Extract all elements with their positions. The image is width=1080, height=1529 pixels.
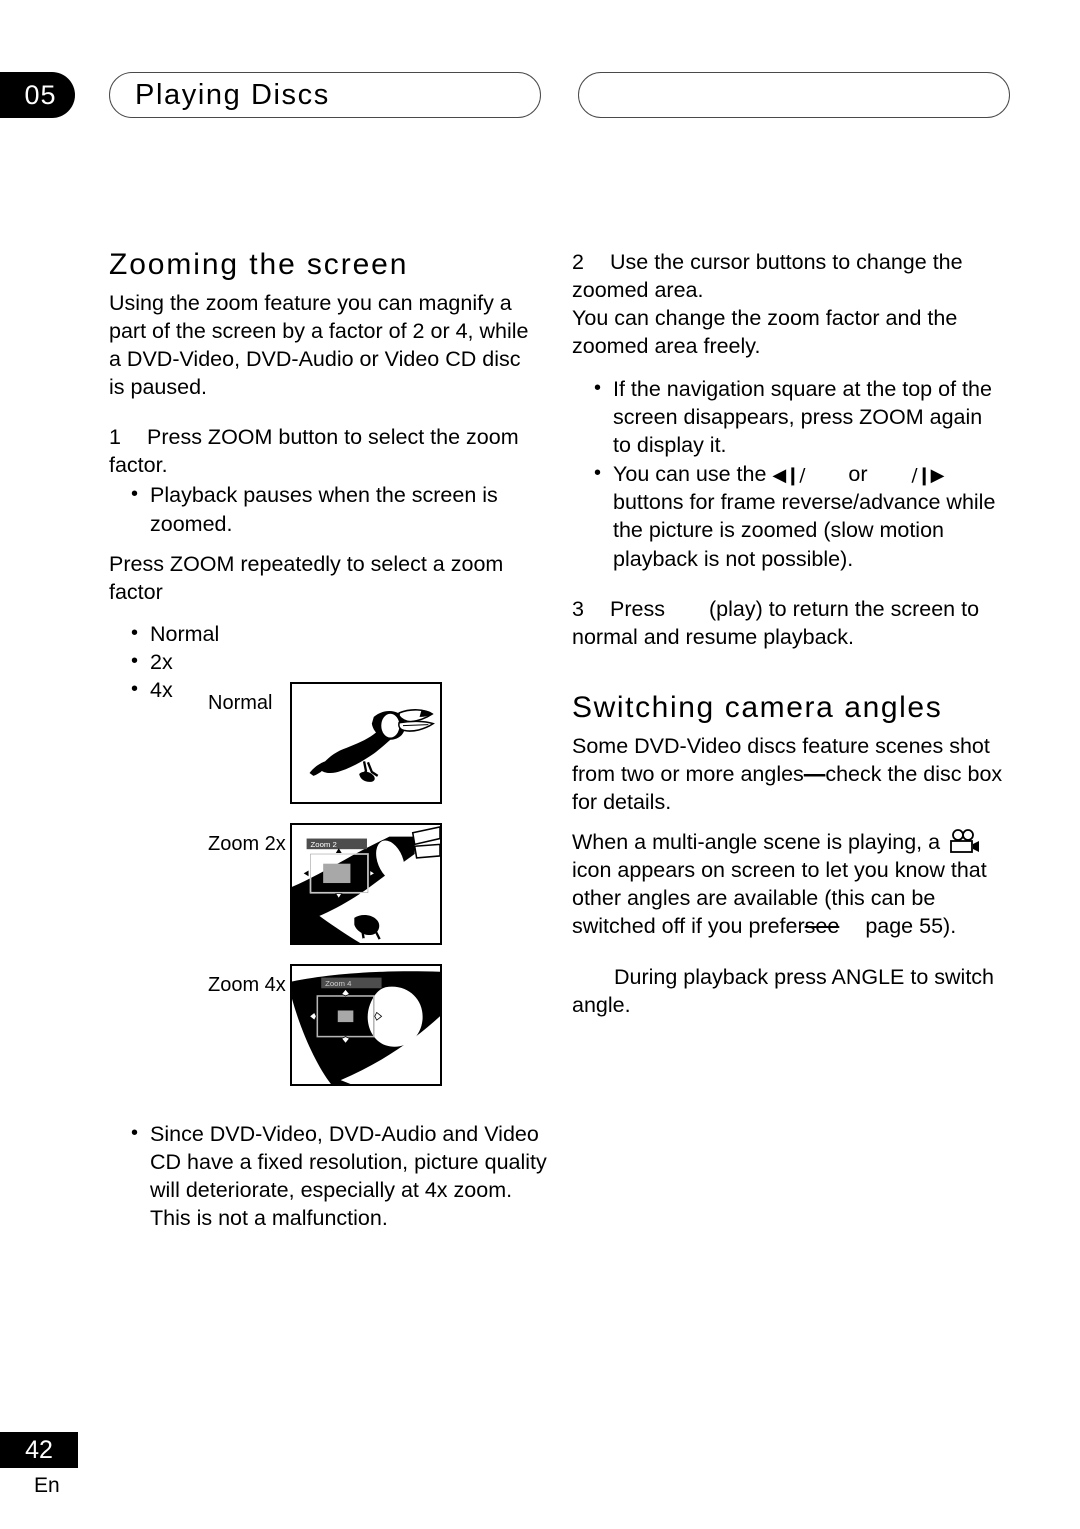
camera-angles-paragraph-3: During playback press ANGLE to switch an… — [572, 964, 994, 1017]
step-1-number: 1 — [109, 425, 121, 450]
step-2-bullet-list: If the navigation square at the top of t… — [572, 375, 1004, 573]
list-item: If the navigation square at the top of t… — [572, 375, 1004, 459]
bullet-text-mid: or — [848, 462, 868, 487]
step-2-number: 2 — [572, 250, 584, 274]
step-2-text: Use the cursor buttons to change the zoo… — [572, 250, 963, 303]
para2-post: ). — [943, 914, 957, 939]
overlay-label-text: Zoom 4 — [325, 979, 352, 988]
frame-reverse-icon: ◀❙/ — [772, 465, 805, 487]
list-item: Normal — [109, 620, 541, 648]
movie-camera-icon — [947, 829, 981, 855]
figure-image-normal — [290, 682, 442, 804]
page-header: 05 Playing Discs — [0, 72, 1080, 128]
right-column: 2 Use the cursor buttons to change the zo… — [572, 248, 1004, 1019]
figure-image-zoom-4x: Zoom 4 — [290, 964, 442, 1086]
figure-image-zoom-2x: Zoom 2 — [290, 823, 442, 945]
camera-angles-paragraph-1: Some DVD-Video discs feature scenes shot… — [572, 732, 1004, 816]
zoom-illustrations: Normal Zoom 2x Zoom 2 Zoom 4x Zoom 4 — [109, 682, 541, 1105]
step-2-subtext: You can change the zoom factor and the z… — [572, 306, 958, 359]
figure-zoom-4x: Zoom 4x Zoom 4 — [109, 964, 541, 1105]
figure-normal: Normal — [109, 682, 541, 823]
step-3-paragraph: 3 Press (play) to return the screen to nor… — [572, 595, 1004, 651]
step-1-bullet-list: Playback pauses when the screen is zoome… — [109, 481, 541, 537]
list-item: You can use the ◀❙/ or /❙▶ buttons for fra… — [572, 460, 1004, 573]
section-heading-camera-angles: Switching camera angles — [572, 691, 943, 725]
left-column: Zooming the screen Using the zoom featur… — [109, 248, 541, 705]
page-footer: 42 En — [0, 1432, 140, 1498]
toucan-zoom-2x-illustration: Zoom 2 — [292, 825, 440, 943]
toucan-zoom-4x-illustration: Zoom 4 — [292, 966, 440, 1084]
bullet-text-pre: You can use the — [613, 462, 773, 487]
bullet-text-post: buttons for frame reverse/advance while … — [613, 490, 996, 571]
language-code: En — [34, 1474, 60, 1497]
step-1-text: Press ZOOM button to select the zoom fac… — [109, 425, 519, 478]
zoom-repeat-instruction: Press ZOOM repeatedly to select a zoom f… — [109, 551, 504, 604]
para2-see-strike: see — [804, 914, 840, 939]
para1-dash: — — [803, 761, 826, 786]
figure-zoom-2x: Zoom 2x Zoom 2 — [109, 823, 541, 964]
chapter-number-badge: 05 — [0, 72, 75, 118]
list-item: Since DVD-Video, DVD-Audio and Video CD … — [109, 1120, 551, 1233]
camera-angles-paragraph-2: When a multi-angle scene is playing, a i… — [572, 828, 1004, 941]
page-number: 42 — [0, 1432, 78, 1468]
step-3-text-pre: Press — [610, 596, 665, 621]
list-item: Playback pauses when the screen is zoome… — [109, 481, 541, 537]
page-title: Playing Discs — [135, 78, 330, 111]
bottom-note: Since DVD-Video, DVD-Audio and Video CD … — [109, 1118, 551, 1234]
resolution-note-list: Since DVD-Video, DVD-Audio and Video CD … — [109, 1120, 551, 1233]
figure-label: Zoom 4x — [208, 974, 286, 996]
overlay-label-text: Zoom 2 — [311, 840, 337, 849]
frame-advance-icon: /❙▶ — [911, 465, 945, 487]
section-heading-zooming: Zooming the screen — [109, 248, 409, 281]
figure-label: Zoom 2x — [208, 833, 286, 855]
step-2-paragraph: 2 Use the cursor buttons to change the zo… — [572, 248, 1004, 304]
step-3-number: 3 — [572, 596, 584, 621]
list-item: 2x — [109, 648, 541, 676]
para2-pre: When a multi-angle scene is playing, a — [572, 830, 947, 854]
para2-page-ref[interactable]: page 55 — [865, 914, 943, 938]
header-pill-right — [578, 72, 1010, 118]
figure-label: Normal — [208, 692, 273, 714]
chapter-title-pill: Playing Discs — [109, 72, 541, 118]
zoom-intro-paragraph: Using the zoom feature you can magnify a… — [109, 290, 529, 399]
step-1-paragraph: 1 Press ZOOM button to select the zoom fa… — [109, 423, 541, 479]
toucan-illustration — [292, 684, 440, 802]
